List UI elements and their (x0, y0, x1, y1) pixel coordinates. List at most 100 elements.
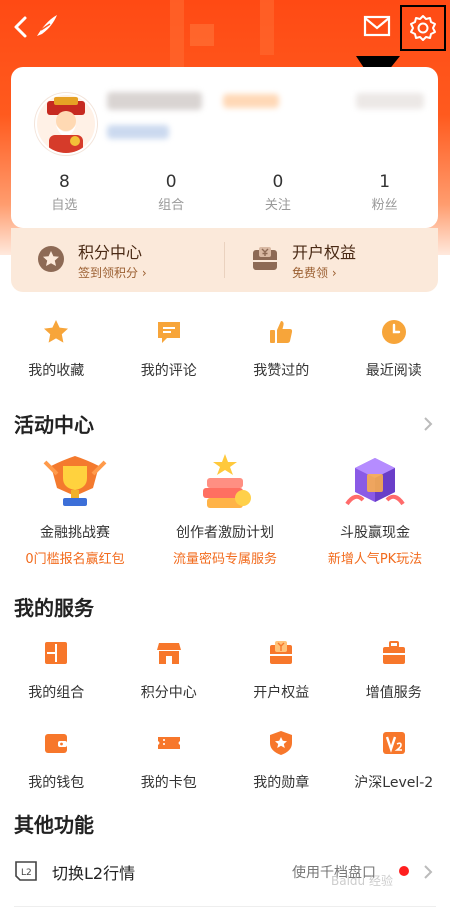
activity-creator-incentive[interactable]: 创作者激励计划 流量密码专属服务 (150, 452, 300, 567)
shop-icon (156, 643, 181, 664)
activity-subtitle: 新增人气PK玩法 (327, 552, 423, 567)
back-button[interactable] (6, 10, 34, 44)
quick-link-label: 最近阅读 (365, 363, 422, 379)
watermark: Baidu 经验 (331, 874, 393, 888)
quick-link-comments[interactable]: 我的评论 (113, 318, 226, 383)
clock-icon (381, 320, 406, 344)
services-row: 我的钱包 我的卡包 我的勋章 沪深Level-2 (0, 730, 450, 820)
stat-label: 组合 (158, 198, 185, 213)
ticket-icon (157, 737, 180, 749)
perk-title: 开户权益 (292, 243, 357, 262)
service-label: 积分中心 (140, 685, 197, 701)
gear-icon (410, 15, 436, 41)
thumb-up-icon (270, 321, 293, 343)
activity-title: 创作者激励计划 (176, 525, 274, 541)
quick-link-recent[interactable]: 最近阅读 (338, 318, 450, 383)
chevron-right-icon[interactable] (422, 416, 434, 432)
points-center-entry[interactable]: 积分中心 签到领积分 › (11, 228, 224, 292)
service-label: 开户权益 (253, 685, 310, 701)
account-benefits-entry[interactable]: 开户权益 免费领 › (225, 228, 438, 292)
quick-link-liked[interactable]: 我赞过的 (225, 318, 338, 383)
username-blurred (107, 92, 202, 110)
service-label: 沪深Level-2 (354, 775, 434, 791)
stat-fans[interactable]: 1 粉丝 (331, 170, 438, 220)
stat-value: 0 (272, 172, 284, 192)
service-label: 增值服务 (365, 685, 422, 701)
quick-links-row: 我的收藏 我的评论 我赞过的 最近阅读 (0, 318, 450, 383)
medal-icon (270, 731, 293, 755)
yuan-card-icon (270, 641, 293, 664)
service-wallet[interactable]: 我的钱包 (0, 730, 113, 820)
l2-badge-icon: L2 (15, 861, 37, 881)
divider (14, 906, 436, 907)
cube-icon (345, 458, 405, 506)
other-section-title: 其他功能 (14, 813, 94, 837)
service-label: 我的卡包 (140, 775, 197, 791)
level2-icon (382, 732, 405, 754)
quick-link-favorites[interactable]: 我的收藏 (0, 318, 113, 383)
service-label: 我的勋章 (253, 775, 310, 791)
yuan-box-icon (253, 247, 277, 270)
comment-icon (157, 322, 180, 343)
perk-subtitle: 签到领积分 › (78, 266, 147, 280)
settings-button[interactable] (400, 5, 446, 51)
profile-link-blurred[interactable] (356, 93, 424, 109)
service-level2[interactable]: 沪深Level-2 (338, 730, 450, 820)
quick-link-label: 我的收藏 (28, 363, 85, 379)
stats-row: 8 自选 0 组合 0 关注 1 粉丝 (11, 170, 438, 220)
portfolio-icon (45, 642, 68, 664)
activity-title: 斗股赢现金 (340, 525, 410, 541)
service-medals[interactable]: 我的勋章 (225, 730, 338, 820)
service-label: 我的钱包 (28, 775, 85, 791)
briefcase-icon (382, 641, 405, 664)
services-grid: 我的组合 积分中心 开户权益 增值服务 我的钱包 我的卡包 我的勋章 沪深Lev… (0, 640, 450, 820)
wallet-icon (45, 734, 68, 753)
stat-portfolio[interactable]: 0 组合 (118, 170, 225, 220)
activity-finance-challenge[interactable]: 金融挑战赛 0门槛报名赢红包 (0, 452, 150, 567)
service-portfolio[interactable]: 我的组合 (0, 640, 113, 730)
star-icon (44, 320, 69, 343)
quick-link-label: 我赞过的 (253, 363, 310, 379)
perk-title: 积分中心 (78, 243, 143, 262)
mail-icon (363, 15, 391, 37)
stat-label: 自选 (51, 198, 78, 213)
activity-subtitle: 0门槛报名赢红包 (25, 552, 125, 567)
top-bar (0, 0, 450, 56)
service-account-benefits[interactable]: 开户权益 (225, 640, 338, 730)
user-badge-blurred (223, 94, 279, 108)
service-card-pack[interactable]: 我的卡包 (113, 730, 226, 820)
profile-card: 8 自选 0 组合 0 关注 1 粉丝 (11, 67, 438, 228)
stat-label: 粉丝 (371, 198, 398, 213)
stat-following[interactable]: 0 关注 (225, 170, 332, 220)
svg-text:L2: L2 (21, 868, 32, 878)
fortune-god-avatar-icon (47, 97, 85, 153)
perk-subtitle: 免费领 › (292, 266, 337, 280)
activity-row: 金融挑战赛 0门槛报名赢红包 创作者激励计划 流量密码专属服务 斗股赢现金 新增… (0, 452, 450, 567)
stat-label: 关注 (264, 198, 291, 213)
trophy-icon (43, 456, 107, 506)
services-section-title: 我的服务 (14, 596, 94, 620)
app-logo (34, 12, 60, 40)
message-button[interactable] (361, 10, 393, 42)
stat-value: 1 (379, 172, 391, 192)
services-row: 我的组合 积分中心 开户权益 增值服务 (0, 640, 450, 730)
avatar[interactable] (35, 93, 97, 155)
notification-dot (399, 866, 409, 876)
service-value-added[interactable]: 增值服务 (338, 640, 450, 730)
perk-bar: 积分中心 签到领积分 › 开户权益 免费领 › (11, 228, 438, 292)
activity-subtitle: 流量密码专属服务 (172, 552, 277, 567)
books-icon (203, 454, 251, 508)
chevron-left-icon (14, 16, 27, 38)
stat-watchlist[interactable]: 8 自选 (11, 170, 118, 220)
service-points-center[interactable]: 积分中心 (113, 640, 226, 730)
star-badge-icon (38, 246, 64, 272)
activity-stock-battle[interactable]: 斗股赢现金 新增人气PK玩法 (300, 452, 450, 567)
user-subinfo-blurred (107, 125, 169, 139)
service-label: 我的组合 (28, 685, 85, 701)
stat-value: 0 (165, 172, 177, 192)
feather-logo-icon (37, 15, 57, 36)
switch-l2-label: 切换L2行情 (52, 864, 136, 883)
quick-link-label: 我的评论 (140, 363, 197, 379)
chevron-right-icon (424, 865, 433, 879)
activity-section-title: 活动中心 (14, 413, 94, 437)
